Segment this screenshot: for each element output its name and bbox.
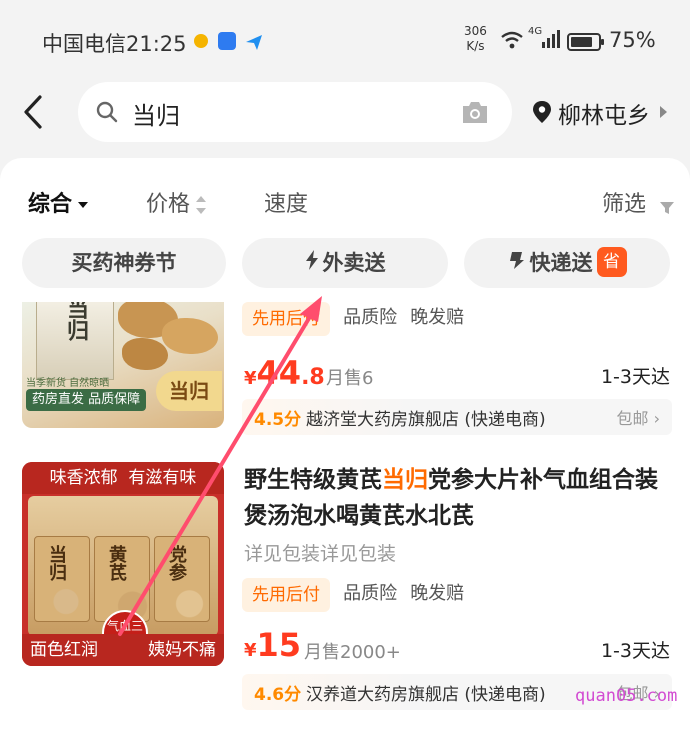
search-bar[interactable]: 当归 bbox=[78, 82, 512, 142]
herb-slice bbox=[162, 318, 218, 354]
shop-score: 4.6分 bbox=[254, 685, 302, 705]
caret-down-icon bbox=[78, 202, 89, 208]
sort-tab-speed[interactable]: 速度 bbox=[264, 186, 308, 218]
pay-later-tag: 先用后付 bbox=[242, 302, 330, 336]
image-banner: 面色红润 姨妈不痛 bbox=[22, 634, 224, 666]
location-pin-icon bbox=[532, 100, 552, 124]
sort-arrows-icon bbox=[196, 196, 207, 214]
chip-promo[interactable]: 买药神券节 bbox=[22, 238, 226, 288]
results-panel: 综合 价格 速度 筛选 买药神券节 外卖送 快递送省 当归 当季新货 自然晾晒 … bbox=[0, 158, 690, 729]
image-badge: 当归 bbox=[156, 371, 222, 411]
chip-express[interactable]: 快递送省 bbox=[464, 238, 670, 288]
send-notification-icon bbox=[244, 32, 262, 50]
herb-slice bbox=[122, 338, 168, 370]
insurance-tag: 品质险 bbox=[343, 583, 398, 604]
watermark: quan05.com bbox=[575, 686, 678, 706]
product-image[interactable]: 当归 当季新货 自然晾晒 药房直发 品质保障 当归 bbox=[22, 302, 224, 428]
monthly-sales: 月售2000+ bbox=[304, 642, 401, 663]
shipping-label: 包邮 › bbox=[616, 409, 661, 428]
save-badge: 省 bbox=[596, 247, 627, 277]
battery-percent: 75% bbox=[609, 28, 656, 52]
sort-tab-comprehensive[interactable]: 综合 bbox=[28, 186, 89, 218]
late-compensation-tag: 晚发赔 bbox=[410, 583, 465, 604]
back-button[interactable] bbox=[20, 94, 48, 130]
express-icon bbox=[508, 238, 526, 288]
product-box: 当归 bbox=[36, 302, 114, 380]
image-banner: 味香浓郁 有滋有味 bbox=[22, 462, 224, 494]
shop-row[interactable]: 4.5分 越济堂大药房旗舰店 (快递电商) 包邮 › bbox=[242, 399, 672, 435]
product-price: ¥44.8 bbox=[244, 354, 325, 392]
shop-name: 越济堂大药房旗舰店 (快递电商) bbox=[306, 410, 546, 430]
product-title[interactable]: 野生特级黄芪当归党参大片补气血组合装煲汤泡水喝黄芪水北芪 bbox=[244, 462, 674, 534]
product-price: ¥15 bbox=[244, 626, 302, 664]
camera-icon[interactable] bbox=[460, 98, 490, 126]
delivery-eta: 1-3天达 bbox=[600, 640, 670, 662]
shop-score: 4.5分 bbox=[254, 410, 302, 430]
battery-icon bbox=[567, 33, 604, 51]
delivery-eta: 1-3天达 bbox=[600, 366, 670, 388]
product-image[interactable]: 味香浓郁 有滋有味 当归 黄芪 党参 气血三宝 面色红润 姨妈不痛 bbox=[22, 462, 224, 666]
search-icon bbox=[96, 101, 118, 123]
image-tag: 当季新货 自然晾晒 bbox=[26, 378, 110, 389]
browser-notification-icon bbox=[218, 32, 236, 50]
image-tag: 药房直发 品质保障 bbox=[26, 389, 147, 411]
filter-icon bbox=[659, 197, 675, 214]
chip-takeout[interactable]: 外卖送 bbox=[242, 238, 448, 288]
wifi-icon bbox=[500, 30, 524, 55]
carrier-time: 中国电信21:25 bbox=[42, 32, 187, 56]
shop-name: 汉养道大药房旗舰店 (快递电商) bbox=[306, 685, 546, 705]
signal-icon bbox=[540, 30, 560, 50]
sort-tab-price[interactable]: 价格 bbox=[146, 186, 207, 218]
status-bar: 中国电信21:25 306 K/s 4G 75% bbox=[0, 0, 690, 78]
insurance-tag: 品质险 bbox=[343, 307, 398, 328]
monthly-sales: 月售6 bbox=[326, 368, 374, 389]
lightning-icon bbox=[305, 238, 319, 288]
product-tags: 先用后付 品质险 晚发赔 bbox=[242, 302, 464, 336]
late-compensation-tag: 晚发赔 bbox=[410, 307, 465, 328]
search-input[interactable]: 当归 bbox=[132, 96, 180, 131]
location-label: 柳林屯乡 bbox=[558, 103, 650, 129]
pay-later-tag: 先用后付 bbox=[242, 578, 330, 612]
app-notification-icon bbox=[194, 34, 208, 48]
product-list: 当归 当季新货 自然晾晒 药房直发 品质保障 当归 先用后付 品质险 晚发赔 ¥… bbox=[0, 302, 690, 729]
product-spec: 详见包装详见包装 bbox=[244, 543, 397, 565]
product-tags: 先用后付 品质险 晚发赔 bbox=[242, 578, 464, 612]
location-arrow-icon bbox=[660, 106, 667, 118]
network-speed: 306 K/s bbox=[464, 24, 487, 53]
filter-button[interactable]: 筛选 bbox=[602, 186, 675, 218]
